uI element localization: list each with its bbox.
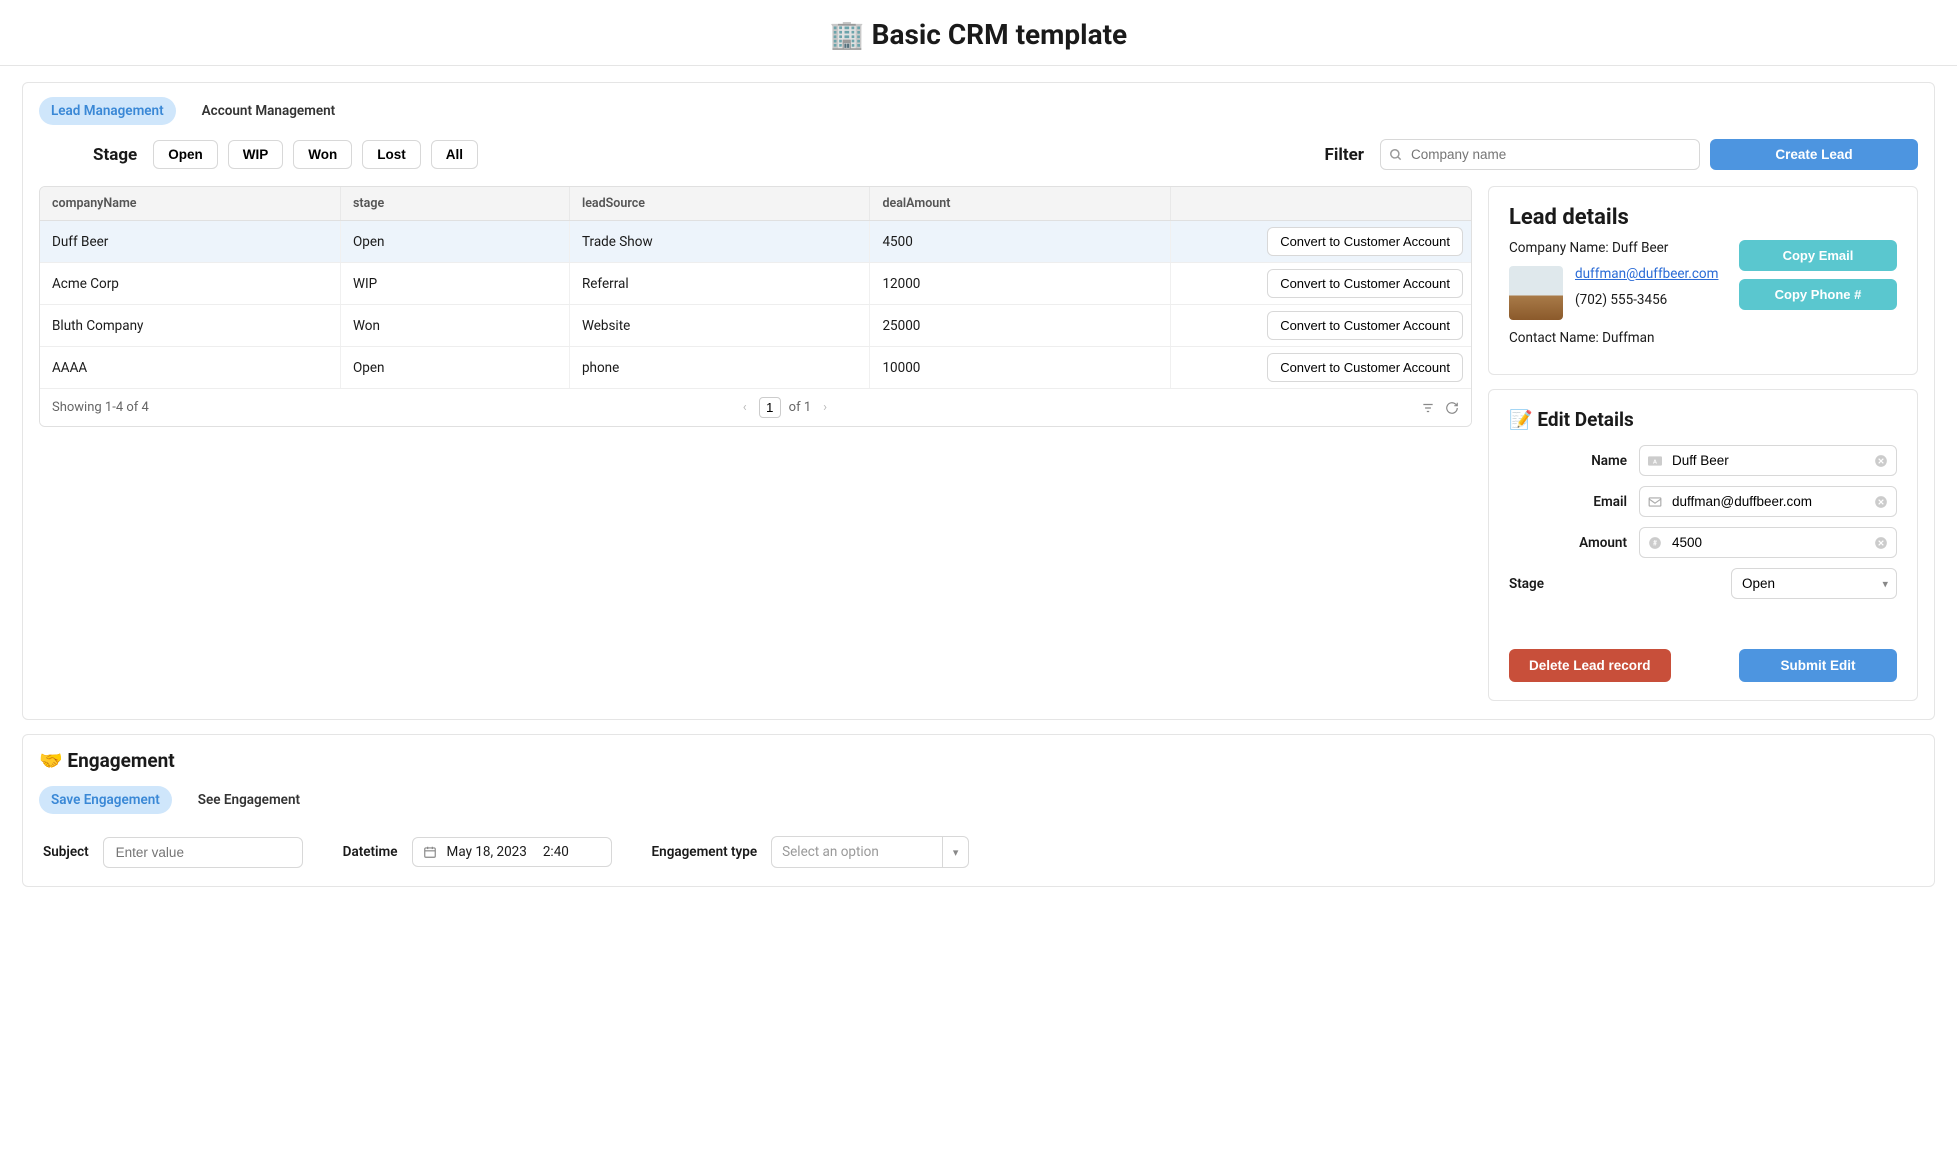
copy-phone-button[interactable]: Copy Phone # bbox=[1739, 279, 1897, 310]
edit-details-title: 📝 Edit Details bbox=[1509, 408, 1897, 431]
main-tabs: Lead Management Account Management bbox=[39, 97, 1918, 125]
convert-button[interactable]: Convert to Customer Account bbox=[1267, 311, 1463, 340]
subject-label: Subject bbox=[43, 844, 89, 860]
cell-dealAmount: 10000 bbox=[870, 347, 1171, 389]
page-next-icon[interactable]: › bbox=[819, 400, 831, 415]
filter-label: Filter bbox=[1325, 145, 1365, 165]
table-showing: Showing 1-4 of 4 bbox=[52, 400, 149, 415]
convert-button[interactable]: Convert to Customer Account bbox=[1267, 269, 1463, 298]
search-icon bbox=[1389, 148, 1403, 162]
datetime-picker[interactable]: May 18, 2023 2:40 bbox=[412, 837, 612, 867]
col-company[interactable]: companyName bbox=[40, 187, 341, 221]
cell-dealAmount: 12000 bbox=[870, 263, 1171, 305]
amount-input[interactable] bbox=[1639, 527, 1897, 558]
number-icon: # bbox=[1648, 536, 1662, 550]
engagement-type-select[interactable]: Select an option ▾ bbox=[771, 836, 969, 868]
tab-see-engagement[interactable]: See Engagement bbox=[186, 786, 312, 814]
cell-companyName: Duff Beer bbox=[40, 221, 341, 263]
cell-stage: Open bbox=[341, 221, 570, 263]
submit-edit-button[interactable]: Submit Edit bbox=[1739, 649, 1897, 682]
col-stage[interactable]: stage bbox=[341, 187, 570, 221]
lead-details-title: Lead details bbox=[1509, 205, 1897, 230]
cell-stage: Open bbox=[341, 347, 570, 389]
clear-icon[interactable] bbox=[1874, 536, 1888, 550]
clear-icon[interactable] bbox=[1874, 454, 1888, 468]
stage-lost-button[interactable]: Lost bbox=[362, 140, 421, 169]
cell-dealAmount: 4500 bbox=[870, 221, 1171, 263]
refresh-icon[interactable] bbox=[1445, 401, 1459, 415]
stage-label: Stage bbox=[93, 145, 137, 165]
cell-dealAmount: 25000 bbox=[870, 305, 1171, 347]
datetime-time: 2:40 bbox=[543, 844, 569, 860]
clear-icon[interactable] bbox=[1874, 495, 1888, 509]
page-title: 🏢 Basic CRM template bbox=[0, 0, 1957, 66]
stage-field-label: Stage bbox=[1509, 576, 1731, 592]
table-row[interactable]: Acme CorpWIPReferral12000 Convert to Cust… bbox=[40, 263, 1471, 305]
table-row[interactable]: AAAAOpenphone10000 Convert to Customer Ac… bbox=[40, 347, 1471, 389]
chevron-down-icon: ▾ bbox=[942, 837, 968, 867]
calendar-icon bbox=[423, 845, 437, 859]
email-label: Email bbox=[1509, 494, 1639, 510]
engagement-type-label: Engagement type bbox=[652, 844, 758, 860]
stage-open-button[interactable]: Open bbox=[153, 140, 218, 169]
table-row[interactable]: Bluth CompanyWonWebsite25000 Convert to C… bbox=[40, 305, 1471, 347]
delete-lead-button[interactable]: Delete Lead record bbox=[1509, 649, 1671, 682]
subject-input[interactable] bbox=[103, 837, 303, 868]
tab-save-engagement[interactable]: Save Engagement bbox=[39, 786, 172, 814]
stage-wip-button[interactable]: WIP bbox=[228, 140, 284, 169]
page-of-label: of 1 bbox=[789, 400, 811, 415]
mail-icon bbox=[1648, 496, 1662, 508]
datetime-date: May 18, 2023 bbox=[447, 844, 527, 860]
email-input[interactable] bbox=[1639, 486, 1897, 517]
page-prev-icon[interactable]: ‹ bbox=[739, 400, 751, 415]
svg-text:A: A bbox=[1653, 459, 1657, 465]
lead-phone-text: (702) 555-3456 bbox=[1575, 292, 1718, 308]
filter-icon[interactable] bbox=[1421, 401, 1435, 415]
create-lead-button[interactable]: Create Lead bbox=[1710, 139, 1918, 170]
tab-lead-management[interactable]: Lead Management bbox=[39, 97, 176, 125]
name-input[interactable] bbox=[1639, 445, 1897, 476]
convert-button[interactable]: Convert to Customer Account bbox=[1267, 353, 1463, 382]
avatar bbox=[1509, 266, 1563, 320]
cell-leadSource: Website bbox=[569, 305, 870, 347]
stage-all-button[interactable]: All bbox=[431, 140, 478, 169]
page-number-input[interactable] bbox=[759, 397, 781, 418]
amount-label: Amount bbox=[1509, 535, 1639, 551]
engagement-title: 🤝 Engagement bbox=[39, 749, 1918, 772]
cell-companyName: Bluth Company bbox=[40, 305, 341, 347]
cell-stage: WIP bbox=[341, 263, 570, 305]
company-name-text: Company Name: Duff Beer bbox=[1509, 240, 1725, 256]
datetime-label: Datetime bbox=[343, 844, 398, 860]
col-amount[interactable]: dealAmount bbox=[870, 187, 1171, 221]
convert-button[interactable]: Convert to Customer Account bbox=[1267, 227, 1463, 256]
cell-companyName: AAAA bbox=[40, 347, 341, 389]
col-source[interactable]: leadSource bbox=[569, 187, 870, 221]
tab-account-management[interactable]: Account Management bbox=[190, 97, 348, 125]
contact-name-text: Contact Name: Duffman bbox=[1509, 330, 1725, 346]
cell-leadSource: phone bbox=[569, 347, 870, 389]
text-icon: A bbox=[1648, 455, 1662, 467]
name-label: Name bbox=[1509, 453, 1639, 469]
engagement-type-placeholder: Select an option bbox=[772, 837, 942, 867]
cell-companyName: Acme Corp bbox=[40, 263, 341, 305]
cell-leadSource: Referral bbox=[569, 263, 870, 305]
cell-stage: Won bbox=[341, 305, 570, 347]
copy-email-button[interactable]: Copy Email bbox=[1739, 240, 1897, 271]
stage-select[interactable]: Open bbox=[1731, 568, 1897, 599]
leads-table: companyName stage leadSource dealAmount … bbox=[39, 186, 1472, 427]
stage-won-button[interactable]: Won bbox=[293, 140, 352, 169]
table-row[interactable]: Duff BeerOpenTrade Show4500 Convert to Cu… bbox=[40, 221, 1471, 263]
filter-input[interactable] bbox=[1380, 139, 1700, 170]
cell-leadSource: Trade Show bbox=[569, 221, 870, 263]
lead-email-link[interactable]: duffman@duffbeer.com bbox=[1575, 266, 1718, 282]
